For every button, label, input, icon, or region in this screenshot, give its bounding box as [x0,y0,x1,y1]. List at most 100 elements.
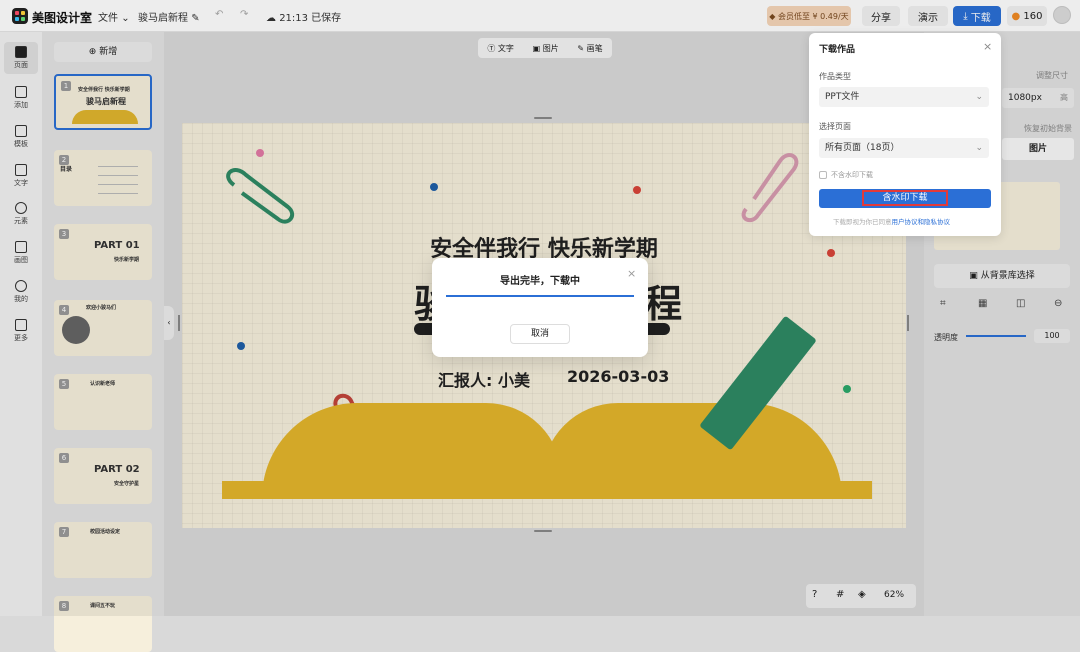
page-thumb-title: 欢迎小骏马们 [86,305,117,311]
page-select[interactable]: 所有页面（18页） ⌄ [819,138,989,158]
chevron-down-icon: ⌄ [975,143,983,153]
resize-handle[interactable] [907,315,909,331]
canvas-toolbar: Ⓣ 文字 ▣ 图片 ✎ 画笔 [478,38,612,58]
page-thumb-7[interactable]: 7 校园活动设定 [54,522,152,578]
watermark-download-label: 含水印下载 [862,190,948,206]
reset-background-link[interactable]: 恢复初始背景 [1024,123,1072,134]
close-icon[interactable]: × [627,267,636,280]
user-icon [15,280,27,292]
zoom-bar: ? # ◈ 62% [806,584,916,608]
sidebar-label: 我的 [14,295,28,303]
page-thumb-3[interactable]: 3 PART 01 快乐新学期 [54,224,152,280]
help-icon[interactable]: ? [812,589,817,600]
crop-icon[interactable]: ⌗ [940,298,946,309]
share-button[interactable]: 分享 [862,6,900,26]
dot [430,183,438,191]
sidebar-item-element[interactable]: 元素 [4,198,38,230]
pen-icon: ✎ [577,43,585,53]
sidebar-item-add[interactable]: 添加 [4,82,38,114]
add-page-label: 新增 [99,47,118,57]
page-num: 6 [59,453,69,463]
flip-vertical-icon[interactable]: ⊖ [1054,298,1062,309]
page-num: 4 [59,305,69,315]
sidebar-item-more[interactable]: 更多 [4,315,38,347]
sidebar-item-mine[interactable]: 我的 [4,276,38,308]
add-image-tool[interactable]: ▣ 图片 [533,43,559,54]
tab-image[interactable]: 图片 [1002,138,1074,160]
file-type-value: PPT文件 [825,92,860,102]
sidebar-item-page[interactable]: 页面 [4,42,38,74]
filter-icon[interactable]: ▦ [978,298,987,309]
left-sidebar: 页面 添加 模板 文字 元素 画图 我的 更多 [0,32,42,616]
page-thumb-title: PART 01 [94,240,140,251]
page-num: 8 [59,601,69,611]
page-num: 1 [61,81,71,91]
page-icon [15,46,27,58]
file-type-select[interactable]: PPT文件 ⌄ [819,87,989,107]
add-text-tool[interactable]: Ⓣ 文字 [487,43,514,54]
page-thumb-title: 校园活动设定 [90,529,121,535]
resize-handle[interactable] [534,530,552,532]
page-thumb-title: 骏马启新程 [86,97,126,106]
height-input[interactable]: 1080px 高 [1002,88,1074,108]
page-thumb-8[interactable]: 8 课间五不玩 [54,596,152,652]
page-thumb-title: 课间五不玩 [90,603,116,609]
plus-icon: ⊕ [88,47,97,57]
vip-button[interactable]: ◆ 会员低至 ¥ 0.49/天 [767,6,851,26]
sidebar-item-template[interactable]: 模板 [4,121,38,153]
size-value: 1080px [1008,93,1042,103]
image-icon: ▣ [969,271,978,281]
terms-link[interactable]: 用户协议和隐私协议 [892,218,951,226]
present-button[interactable]: 演示 [908,6,948,26]
file-menu[interactable]: 文件 ⌄ [98,9,130,24]
doc-title-label: 骏马启新程 [138,13,188,24]
add-page-button[interactable]: ⊕ 新增 [54,42,152,62]
book-base [222,481,872,499]
opacity-slider[interactable] [966,335,1026,337]
sidebar-item-text[interactable]: 文字 [4,160,38,192]
no-watermark-label: 不含水印下载 [831,171,873,179]
close-icon[interactable]: × [983,40,992,53]
page-thumb-5[interactable]: 5 认识新老师 [54,374,152,430]
book-graphic [72,110,138,124]
page-num: 3 [59,229,69,239]
collapse-pages-button[interactable]: ‹ [164,306,174,340]
grid-icon[interactable]: # [836,589,844,600]
page-thumb-6[interactable]: 6 PART 02 安全守护星 [54,448,152,504]
undo-icon[interactable]: ↶ [215,9,223,20]
page-thumb-1[interactable]: 1 安全伴我行 快乐新学期 骏马启新程 [54,74,152,130]
draw-tool[interactable]: ✎ 画笔 [577,43,602,54]
layers-icon[interactable]: ◈ [858,589,866,600]
zoom-level[interactable]: 62% [884,590,904,600]
opacity-input[interactable]: 100 [1034,329,1070,343]
save-status: ☁ 21:13 已保存 [266,9,341,24]
download-button[interactable]: ⤓ 下载 [953,6,1001,26]
background-library-button[interactable]: ▣ 从背景库选择 [934,264,1070,288]
checkbox[interactable] [819,171,827,179]
chevron-down-icon: ⌄ [121,13,130,24]
download-icon: ⤓ [963,10,968,22]
credits-badge[interactable]: ● 160 [1007,6,1047,26]
page-thumb-title: 目录 [60,166,73,173]
edit-icon: ✎ [191,13,200,24]
opacity-label: 透明度 [934,333,958,342]
tool-label: 画笔 [586,43,603,53]
resize-handle[interactable] [178,315,180,331]
sidebar-item-draw[interactable]: 画图 [4,237,38,269]
save-time: 21:13 已保存 [279,13,342,24]
watermark-download-button[interactable]: 含水印下载 [819,189,991,208]
doc-title[interactable]: 骏马启新程 ✎ [138,9,200,24]
sidebar-label: 画图 [14,256,28,264]
page-thumb-2[interactable]: 2 目录 [54,150,152,206]
cancel-button[interactable]: 取消 [510,324,570,344]
page-select-label: 选择页面 [819,122,851,131]
page-thumb-4[interactable]: 4 欢迎小骏马们 [54,300,152,356]
flip-horizontal-icon[interactable]: ◫ [1016,298,1025,309]
redo-icon[interactable]: ↷ [240,9,248,20]
avatar[interactable] [1053,6,1071,24]
download-panel: 下载作品 × 作品类型 PPT文件 ⌄ 选择页面 所有页面（18页） ⌄ 不含水印下… [809,33,1001,236]
progress-track [446,295,634,297]
no-watermark-option[interactable]: 不含水印下载 [819,170,873,180]
resize-handle[interactable] [534,117,552,119]
dot [633,186,641,194]
